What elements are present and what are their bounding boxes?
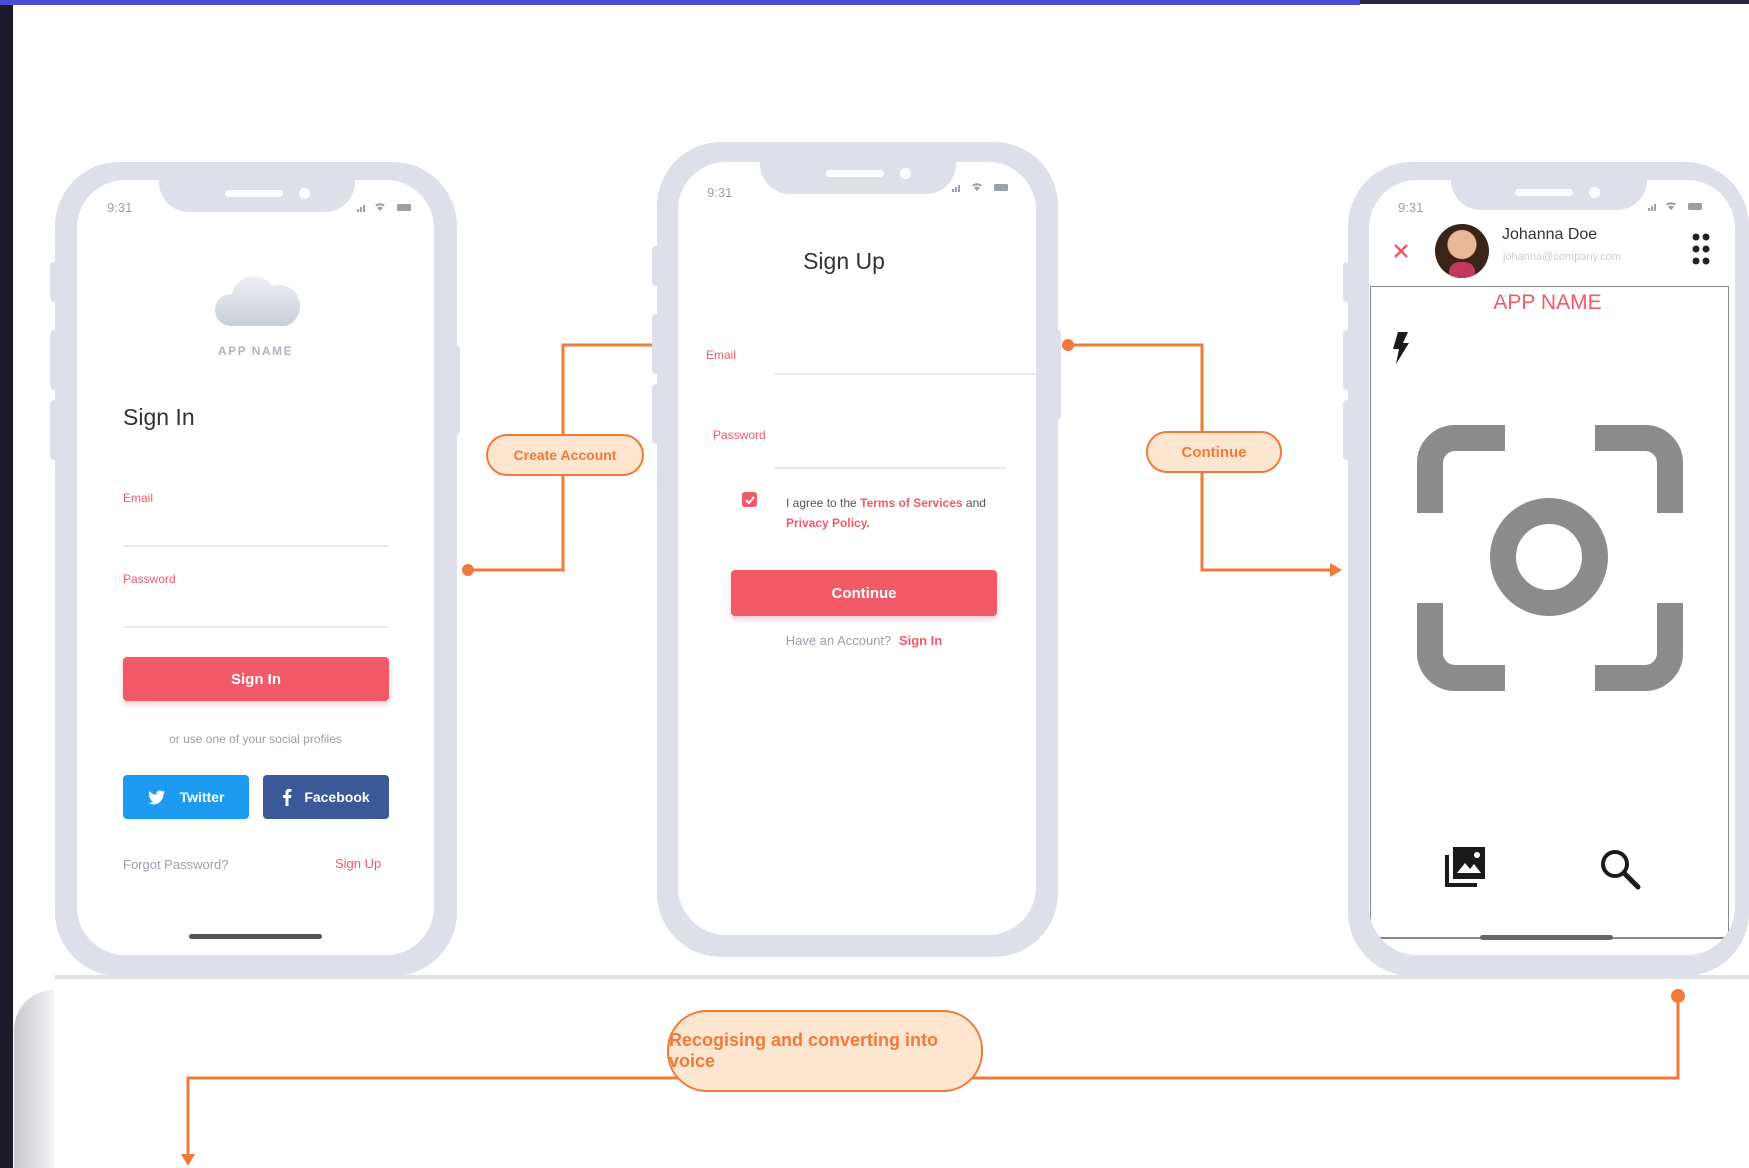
phone-notch xyxy=(760,162,956,194)
agreement-text: I agree to the Terms of Services and Pri… xyxy=(786,493,1016,533)
grid-icon[interactable] xyxy=(1691,232,1711,266)
bottom-left-fragment xyxy=(14,990,54,1168)
status-time: 9:31 xyxy=(1398,200,1424,215)
continue-button[interactable]: Continue xyxy=(731,570,997,616)
gallery-icon[interactable] xyxy=(1443,845,1487,889)
close-icon[interactable] xyxy=(1393,243,1409,259)
phone-notch xyxy=(1451,180,1647,210)
email-label: Email xyxy=(123,491,154,505)
facebook-button[interactable]: Facebook xyxy=(263,775,389,819)
phone-speaker xyxy=(225,190,283,197)
signal-icon xyxy=(357,203,411,212)
connector-start-dot xyxy=(1671,989,1685,1003)
have-account-text: Have an Account? xyxy=(785,633,892,648)
password-label: Password xyxy=(123,572,176,586)
user-email: johanna@company.com xyxy=(1503,251,1621,263)
battery-icon xyxy=(1648,202,1702,211)
have-account-row: Have an Account? Sign In xyxy=(678,633,1036,648)
avatar xyxy=(1435,224,1489,278)
signin-button[interactable]: Sign In xyxy=(123,657,389,701)
twitter-icon xyxy=(147,789,165,804)
app-name-label: APP NAME xyxy=(217,344,294,358)
home-indicator xyxy=(1480,935,1613,940)
phone-camera xyxy=(900,168,911,179)
facebook-icon xyxy=(283,788,292,806)
signin-screen: 9:31 APP NAME Sign In Email Password Sig… xyxy=(77,180,434,955)
email-field[interactable] xyxy=(123,545,389,547)
camera-focus-icon[interactable] xyxy=(1417,425,1683,691)
page-title: Sign Up xyxy=(803,248,885,274)
twitter-label: Twitter xyxy=(179,789,225,805)
phone-notch xyxy=(159,180,355,212)
home-indicator xyxy=(189,934,322,939)
forgot-password-link[interactable]: Forgot Password? xyxy=(123,857,229,872)
signup-screen: 9:31 Sign Up Email Password I agree to t… xyxy=(678,162,1036,935)
status-icons xyxy=(1646,199,1706,217)
flash-icon[interactable] xyxy=(1392,332,1410,364)
phone-speaker xyxy=(1515,189,1573,196)
create-account-pill: Create Account xyxy=(486,434,644,476)
user-name: Johanna Doe xyxy=(1502,226,1598,243)
password-label: Password xyxy=(713,428,766,442)
agree-prefix: I agree to the xyxy=(786,496,861,510)
camera-screen: 9:31 Johanna Doe johanna@company.com APP… xyxy=(1369,180,1735,955)
status-icons xyxy=(950,180,1010,198)
twitter-button[interactable]: Twitter xyxy=(123,775,249,819)
signin-link[interactable]: Sign In xyxy=(899,633,942,648)
agree-and: and xyxy=(962,496,986,510)
connector-start-dot xyxy=(1062,339,1074,351)
status-time: 9:31 xyxy=(707,185,733,200)
search-icon[interactable] xyxy=(1599,848,1641,890)
signup-link[interactable]: Sign Up xyxy=(335,856,381,871)
email-field[interactable] xyxy=(774,373,1036,375)
wifi-icon xyxy=(952,183,1008,192)
recognising-pill: Recogising and converting into voice xyxy=(667,1010,983,1092)
phone-camera xyxy=(299,188,310,199)
status-icons xyxy=(355,200,415,218)
email-label: Email xyxy=(706,348,737,362)
terms-link[interactable]: Terms of Services xyxy=(860,496,963,510)
connector-start-dot xyxy=(462,564,474,576)
connector-arrowhead xyxy=(181,1154,195,1166)
page-title: Sign In xyxy=(123,404,195,430)
status-time: 9:31 xyxy=(107,200,133,215)
facebook-label: Facebook xyxy=(304,789,370,805)
connector-arrowhead xyxy=(1330,563,1342,577)
checkbox-icon[interactable] xyxy=(742,492,757,507)
continue-pill: Continue xyxy=(1146,431,1282,473)
camera-app-name: APP NAME xyxy=(1493,291,1602,314)
privacy-link[interactable]: Privacy Policy. xyxy=(786,516,870,530)
cloud-icon xyxy=(214,276,301,326)
phone-camera xyxy=(1589,187,1600,198)
phone-speaker xyxy=(826,170,884,177)
social-text: or use one of your social profiles xyxy=(169,732,342,746)
password-field[interactable] xyxy=(774,467,1006,469)
password-field[interactable] xyxy=(123,626,389,628)
